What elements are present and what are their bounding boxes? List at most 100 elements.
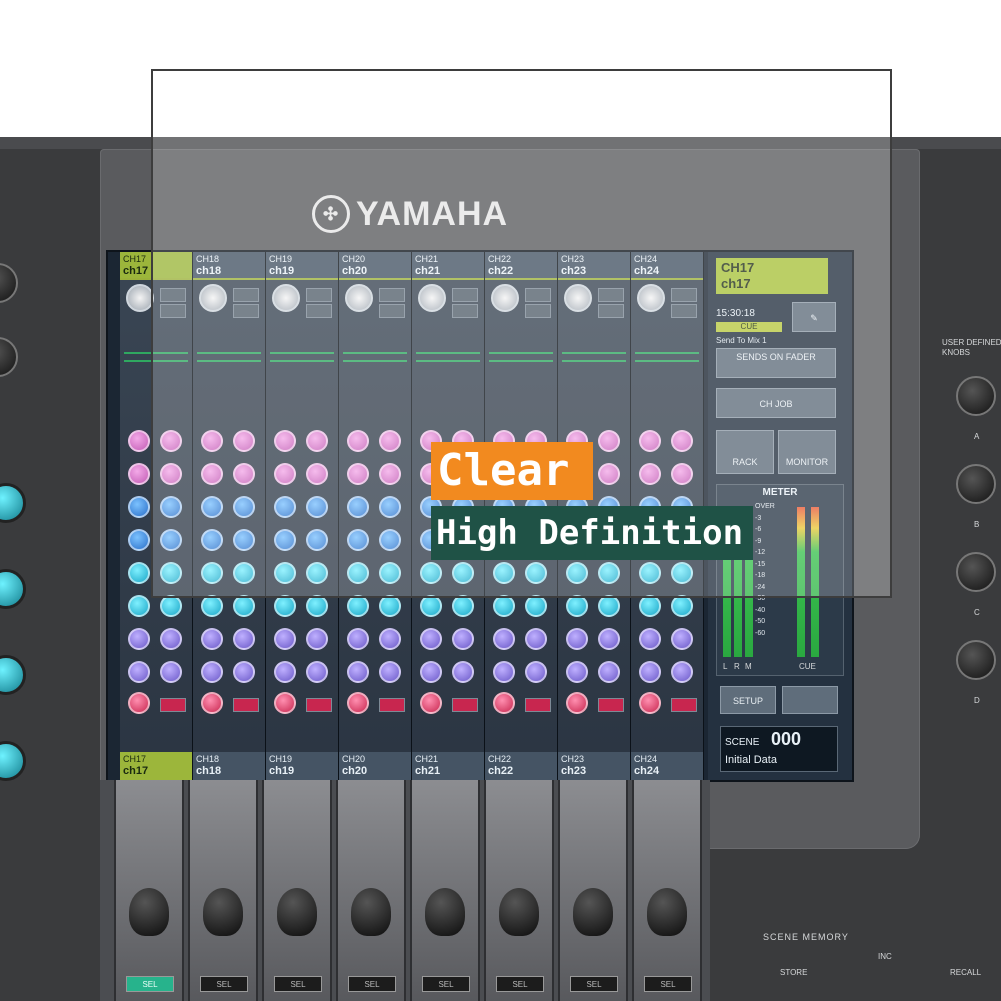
sel-button[interactable]: SEL xyxy=(644,976,692,992)
sel-button[interactable]: SEL xyxy=(496,976,544,992)
send-knob[interactable] xyxy=(566,661,588,683)
send-knob[interactable] xyxy=(566,595,588,617)
channel-encoder[interactable] xyxy=(277,888,317,936)
send-knob[interactable] xyxy=(598,628,620,650)
pan-knob[interactable] xyxy=(201,692,223,714)
channel-encoder[interactable] xyxy=(129,888,169,936)
send-knob[interactable] xyxy=(233,661,255,683)
send-knob[interactable] xyxy=(128,661,150,683)
channel-encoder[interactable] xyxy=(647,888,687,936)
channel-footer[interactable]: CH18 ch18 xyxy=(193,752,265,780)
left-knob[interactable] xyxy=(0,483,26,523)
sel-button[interactable]: SEL xyxy=(200,976,248,992)
sel-button[interactable]: SEL xyxy=(570,976,618,992)
send-knob[interactable] xyxy=(128,562,150,584)
channel-encoder[interactable] xyxy=(499,888,539,936)
sel-button[interactable]: SEL xyxy=(348,976,396,992)
send-knob[interactable] xyxy=(671,595,693,617)
pan-knob[interactable] xyxy=(493,692,515,714)
send-knob[interactable] xyxy=(639,661,661,683)
send-knob[interactable] xyxy=(420,661,442,683)
channel-footer[interactable]: CH19 ch19 xyxy=(266,752,338,780)
send-knob[interactable] xyxy=(274,595,296,617)
sel-button[interactable]: SEL xyxy=(126,976,174,992)
pan-knob[interactable] xyxy=(566,692,588,714)
send-knob[interactable] xyxy=(493,628,515,650)
send-knob[interactable] xyxy=(639,628,661,650)
channel-encoder[interactable] xyxy=(573,888,613,936)
send-knob[interactable] xyxy=(525,595,547,617)
send-knob[interactable] xyxy=(128,595,150,617)
left-knob[interactable] xyxy=(0,741,26,781)
send-knob[interactable] xyxy=(233,628,255,650)
send-knob[interactable] xyxy=(128,529,150,551)
sel-button[interactable]: SEL xyxy=(422,976,470,992)
user-knob-c[interactable] xyxy=(956,552,996,592)
send-knob[interactable] xyxy=(525,628,547,650)
send-knob[interactable] xyxy=(306,595,328,617)
send-knob[interactable] xyxy=(128,430,150,452)
user-knob-b[interactable] xyxy=(956,464,996,504)
stereo-button[interactable] xyxy=(379,698,405,712)
send-knob[interactable] xyxy=(347,628,369,650)
send-knob[interactable] xyxy=(201,628,223,650)
send-knob[interactable] xyxy=(379,595,401,617)
send-knob[interactable] xyxy=(598,661,620,683)
send-knob[interactable] xyxy=(379,661,401,683)
send-knob[interactable] xyxy=(128,628,150,650)
send-knob[interactable] xyxy=(671,661,693,683)
send-knob[interactable] xyxy=(566,628,588,650)
send-knob[interactable] xyxy=(160,628,182,650)
send-knob[interactable] xyxy=(452,628,474,650)
send-knob[interactable] xyxy=(639,595,661,617)
channel-encoder[interactable] xyxy=(425,888,465,936)
stereo-button[interactable] xyxy=(598,698,624,712)
stereo-button[interactable] xyxy=(671,698,697,712)
pan-knob[interactable] xyxy=(274,692,296,714)
send-knob[interactable] xyxy=(525,661,547,683)
stereo-button[interactable] xyxy=(452,698,478,712)
send-knob[interactable] xyxy=(128,496,150,518)
send-knob[interactable] xyxy=(201,595,223,617)
left-knob[interactable] xyxy=(0,569,26,609)
send-knob[interactable] xyxy=(233,595,255,617)
send-knob[interactable] xyxy=(420,628,442,650)
channel-footer[interactable]: CH21 ch21 xyxy=(412,752,484,780)
channel-encoder[interactable] xyxy=(203,888,243,936)
send-knob[interactable] xyxy=(347,661,369,683)
left-knob[interactable] xyxy=(0,655,26,695)
channel-footer[interactable]: CH24 ch24 xyxy=(631,752,703,780)
send-knob[interactable] xyxy=(452,661,474,683)
send-knob[interactable] xyxy=(201,661,223,683)
channel-encoder[interactable] xyxy=(351,888,391,936)
gain-knob[interactable] xyxy=(126,284,154,312)
send-knob[interactable] xyxy=(493,661,515,683)
send-knob[interactable] xyxy=(671,628,693,650)
channel-footer[interactable]: CH20 ch20 xyxy=(339,752,411,780)
channel-footer[interactable]: CH22 ch22 xyxy=(485,752,557,780)
stereo-button[interactable] xyxy=(160,698,186,712)
send-knob[interactable] xyxy=(420,595,442,617)
user-knob-d[interactable] xyxy=(956,640,996,680)
send-knob[interactable] xyxy=(274,628,296,650)
pan-knob[interactable] xyxy=(639,692,661,714)
stereo-button[interactable] xyxy=(525,698,551,712)
send-knob[interactable] xyxy=(379,628,401,650)
scene-display[interactable]: SCENE 000 Initial Data xyxy=(720,726,838,772)
send-knob[interactable] xyxy=(128,463,150,485)
send-knob[interactable] xyxy=(598,595,620,617)
left-knob[interactable] xyxy=(0,337,18,377)
user-knob-a[interactable] xyxy=(956,376,996,416)
left-knob[interactable] xyxy=(0,263,18,303)
send-knob[interactable] xyxy=(493,595,515,617)
pan-knob[interactable] xyxy=(128,692,150,714)
send-knob[interactable] xyxy=(347,595,369,617)
channel-footer[interactable]: CH17 ch17 xyxy=(120,752,192,780)
aux-button[interactable] xyxy=(782,686,838,714)
send-knob[interactable] xyxy=(160,661,182,683)
stereo-button[interactable] xyxy=(233,698,259,712)
send-knob[interactable] xyxy=(452,595,474,617)
send-knob[interactable] xyxy=(274,661,296,683)
channel-footer[interactable]: CH23 ch23 xyxy=(558,752,630,780)
send-knob[interactable] xyxy=(306,628,328,650)
